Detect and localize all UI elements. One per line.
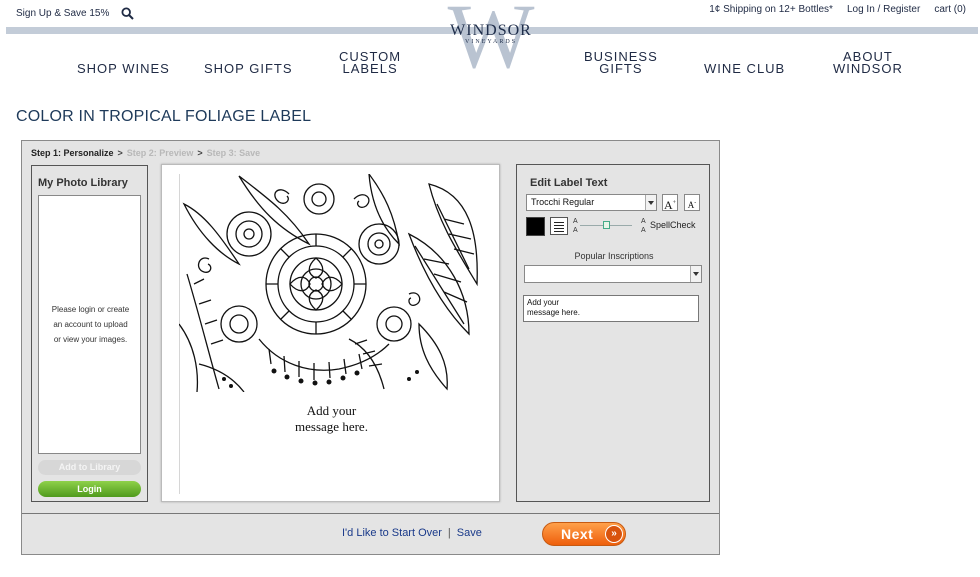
spacing-small-icon: A bbox=[573, 227, 578, 234]
save-link[interactable]: Save bbox=[457, 527, 482, 539]
align-center-icon bbox=[554, 231, 564, 232]
align-center-icon bbox=[554, 228, 564, 229]
library-login-message: Please login or create an account to upl… bbox=[41, 302, 140, 347]
logo-name: WINDSOR bbox=[450, 22, 532, 39]
next-button[interactable]: Next » bbox=[542, 522, 626, 546]
label-editor: Step 1: Personalize > Step 2: Preview > … bbox=[21, 140, 720, 555]
footer-links: I'd Like to Start Over | Save bbox=[342, 527, 482, 539]
chevron-down-icon bbox=[645, 195, 656, 210]
spacing-large-icon: A bbox=[641, 227, 646, 234]
library-message-line: an account to upload bbox=[53, 320, 128, 329]
text-align-button[interactable] bbox=[550, 217, 568, 235]
edit-label-text-title: Edit Label Text bbox=[530, 177, 608, 189]
font-size-up-icon: A bbox=[663, 198, 673, 212]
shipping-promo-link[interactable]: 1¢ Shipping on 12+ Bottles* bbox=[709, 4, 833, 15]
page-title: COLOR IN TROPICAL FOLIAGE LABEL bbox=[16, 108, 312, 125]
login-button[interactable]: Login bbox=[38, 481, 141, 497]
spacing-small-icon: A bbox=[573, 218, 578, 225]
text-color-swatch[interactable] bbox=[526, 217, 545, 236]
main-nav: SHOP WINES SHOP GIFTS CUSTOM LABELS BUSI… bbox=[0, 50, 980, 80]
nav-shop-wines[interactable]: SHOP WINES bbox=[77, 62, 170, 75]
next-button-label: Next bbox=[561, 526, 594, 542]
start-over-link[interactable]: I'd Like to Start Over bbox=[342, 527, 442, 539]
chevron-down-icon bbox=[690, 266, 701, 282]
popular-inscriptions-label: Popular Inscriptions bbox=[574, 251, 654, 261]
popular-inscriptions-select[interactable] bbox=[524, 265, 702, 283]
library-message-line: or view your images. bbox=[53, 335, 128, 344]
nav-shop-gifts[interactable]: SHOP GIFTS bbox=[204, 62, 293, 75]
nav-custom-labels-line2: LABELS bbox=[342, 61, 398, 76]
font-select-value: Trocchi Regular bbox=[531, 197, 595, 207]
step-save: Step 3: Save bbox=[206, 148, 261, 158]
nav-about-line2: WINDSOR bbox=[833, 61, 903, 76]
step-personalize[interactable]: Step 1: Personalize bbox=[31, 148, 114, 158]
step-preview: Step 2: Preview bbox=[126, 148, 194, 158]
signup-promo-link[interactable]: Sign Up & Save 15% bbox=[16, 8, 109, 19]
photo-library-panel: My Photo Library Please login or create … bbox=[31, 165, 148, 502]
message-textarea-line: message here. bbox=[527, 308, 580, 317]
library-message-line: Please login or create bbox=[51, 305, 130, 314]
font-size-decrease-button[interactable]: A- bbox=[684, 194, 700, 211]
double-chevron-right-icon: » bbox=[605, 525, 623, 543]
edit-label-text-panel: Edit Label Text Trocchi Regular A+ A- A … bbox=[516, 164, 710, 502]
font-size-increase-button[interactable]: A+ bbox=[662, 194, 678, 212]
label-message-line: message here. bbox=[295, 419, 368, 434]
line-spacing-slider-handle[interactable] bbox=[603, 221, 610, 229]
logo-subtitle: VINEYARDS bbox=[464, 39, 517, 45]
font-select[interactable]: Trocchi Regular bbox=[526, 194, 657, 211]
editor-footer: I'd Like to Start Over | Save Next » bbox=[22, 513, 719, 554]
align-center-icon bbox=[554, 225, 564, 226]
label-message-line: Add your bbox=[306, 403, 357, 418]
photo-library-box: Please login or create an account to upl… bbox=[38, 195, 141, 454]
step-arrow-2: > bbox=[197, 148, 203, 158]
nav-business-gifts-line2: GIFTS bbox=[599, 61, 643, 76]
add-to-library-button[interactable]: Add to Library bbox=[38, 460, 141, 475]
photo-library-title: My Photo Library bbox=[38, 177, 128, 189]
message-textarea-line: Add your bbox=[527, 298, 560, 307]
nav-business-gifts[interactable]: BUSINESS GIFTS bbox=[584, 50, 658, 76]
search-icon[interactable] bbox=[121, 7, 134, 20]
utility-links: 1¢ Shipping on 12+ Bottles* Log In / Reg… bbox=[709, 4, 966, 15]
nav-wine-club[interactable]: WINE CLUB bbox=[704, 62, 785, 75]
cart-link[interactable]: cart (0) bbox=[934, 4, 966, 15]
step-breadcrumb: Step 1: Personalize > Step 2: Preview > … bbox=[31, 148, 260, 158]
align-center-icon bbox=[554, 222, 564, 223]
message-textarea[interactable]: Add your message here. bbox=[523, 295, 699, 322]
tropical-foliage-artwork[interactable] bbox=[179, 174, 484, 392]
footer-separator: | bbox=[447, 527, 451, 539]
nav-custom-labels[interactable]: CUSTOM LABELS bbox=[339, 50, 401, 76]
login-register-link[interactable]: Log In / Register bbox=[847, 4, 920, 15]
step-arrow-1: > bbox=[117, 148, 123, 158]
label-canvas[interactable]: Add your message here. bbox=[161, 164, 500, 502]
label-message-text[interactable]: Add your message here. bbox=[162, 403, 501, 435]
spacing-large-icon: A bbox=[641, 218, 646, 225]
spellcheck-button[interactable]: SpellCheck bbox=[650, 220, 696, 230]
nav-about-windsor[interactable]: ABOUT WINDSOR bbox=[833, 50, 903, 76]
